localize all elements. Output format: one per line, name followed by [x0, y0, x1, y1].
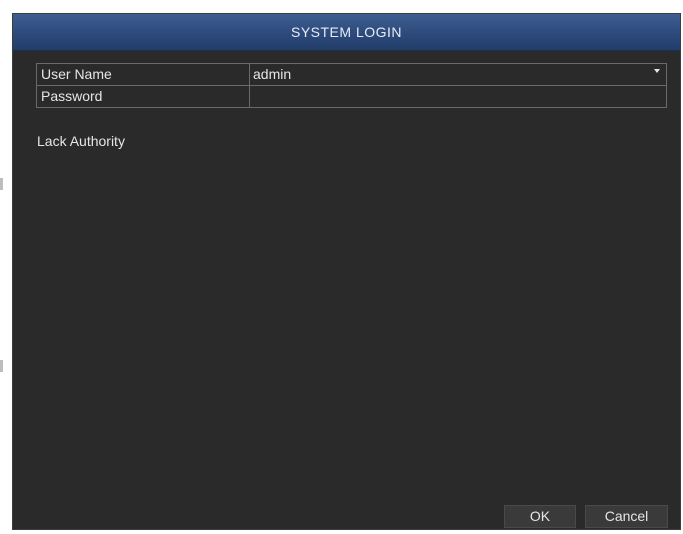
username-select[interactable]: admin	[250, 64, 666, 85]
username-row: User Name admin	[37, 64, 666, 86]
login-dialog: SYSTEM LOGIN User Name admin Password La…	[12, 13, 681, 530]
status-message: Lack Authority	[37, 133, 125, 149]
chevron-down-icon[interactable]	[654, 69, 660, 73]
username-label: User Name	[37, 64, 250, 85]
login-form: User Name admin Password	[36, 63, 667, 108]
cancel-button[interactable]: Cancel	[585, 505, 668, 528]
edge-marker	[0, 360, 3, 372]
ok-button[interactable]: OK	[504, 505, 576, 528]
username-value: admin	[253, 66, 292, 82]
dialog-title: SYSTEM LOGIN	[290, 24, 403, 40]
password-cell	[250, 86, 666, 107]
title-bar: SYSTEM LOGIN	[13, 14, 680, 51]
password-row: Password	[37, 86, 666, 107]
password-label: Password	[37, 86, 250, 107]
edge-marker	[0, 178, 3, 190]
password-field[interactable]	[253, 86, 666, 106]
